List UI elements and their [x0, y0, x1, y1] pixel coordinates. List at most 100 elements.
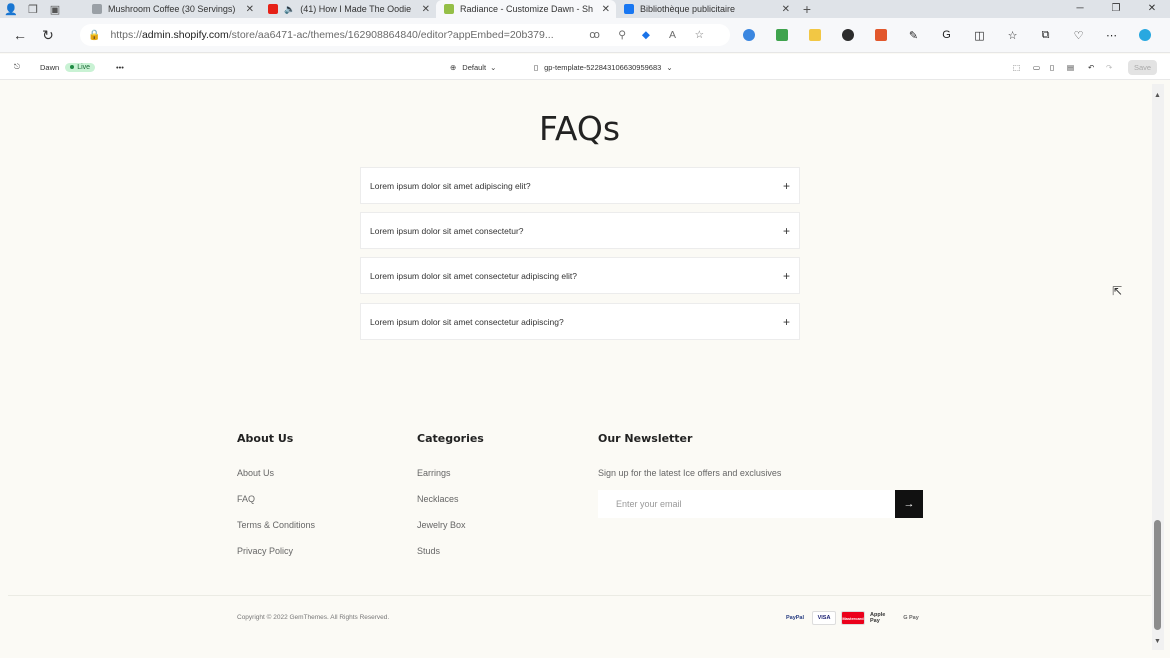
footer-link-jewelry-box[interactable]: Jewelry Box	[417, 520, 466, 530]
extension-dark-icon[interactable]	[831, 26, 864, 44]
tab-label: (41) How I Made The Oodie	[300, 4, 412, 14]
faq-accordion-item[interactable]: Lorem ipsum dolor sit amet consectetur? …	[360, 212, 800, 249]
shopify-icon	[444, 4, 454, 14]
extension-bar: ✎ G ◫ ☆ ⧉ ♡ ⋯	[732, 26, 1161, 44]
footer-about-title: About Us	[237, 432, 294, 445]
coupon-icon[interactable]: ◆	[642, 29, 650, 41]
mouse-cursor-icon: ⇱	[1112, 284, 1123, 298]
tab-actions-icon[interactable]: ▣	[44, 0, 66, 18]
default-selector[interactable]: ⊕ Default ⌄	[450, 54, 496, 80]
extension-blue-icon[interactable]	[732, 26, 765, 44]
copilot-g-icon[interactable]: G	[930, 26, 963, 44]
lock-icon: 🔒	[88, 29, 101, 41]
template-selector[interactable]: ▯ gp-template-522843106630959683 ⌄	[534, 54, 673, 80]
read-aloud-icon[interactable]: ꝏ	[589, 29, 600, 41]
mobile-view-icon[interactable]: ▯	[1050, 54, 1054, 80]
minimize-icon[interactable]: ─	[1062, 0, 1098, 18]
globe-icon: ⊕	[450, 62, 457, 72]
url-prefix: https://	[110, 29, 142, 41]
youtube-icon	[268, 4, 278, 14]
zoom-icon[interactable]: ⚲	[618, 29, 626, 41]
page-icon: ▯	[534, 62, 539, 72]
extension-yellow-icon[interactable]	[798, 26, 831, 44]
plus-icon: +	[782, 268, 790, 283]
favorites-icon[interactable]: ☆	[996, 26, 1029, 44]
scroll-up-icon[interactable]: ▲	[1154, 92, 1161, 99]
browser-essentials-icon[interactable]: ♡	[1062, 26, 1095, 44]
more-options-button[interactable]: •••	[116, 54, 124, 80]
tab-ad-library[interactable]: Bibliothèque publicitaire ✕	[616, 0, 796, 18]
plus-icon: +	[782, 178, 790, 193]
save-button[interactable]: Save	[1128, 59, 1158, 75]
visa-icon: VISA	[812, 611, 836, 625]
url-field[interactable]: 🔒 https://admin.shopify.com/store/aa6471…	[80, 24, 730, 46]
footer-link-necklaces[interactable]: Necklaces	[417, 494, 459, 504]
fullscreen-icon[interactable]: ▤	[1067, 54, 1074, 80]
favorite-star-icon[interactable]: ☆	[695, 29, 704, 41]
collections-icon[interactable]: ⧉	[1029, 26, 1062, 44]
close-icon[interactable]: ✕	[782, 4, 790, 15]
plus-icon: +	[782, 314, 790, 329]
faq-question: Lorem ipsum dolor sit amet consectetur?	[370, 225, 524, 236]
new-tab-icon[interactable]: +	[796, 0, 818, 18]
paypal-icon: PayPal	[785, 615, 805, 621]
faq-question: Lorem ipsum dolor sit amet adipiscing el…	[370, 180, 531, 191]
redo-icon[interactable]: ↷	[1106, 54, 1112, 80]
scrollbar-thumb[interactable]	[1154, 520, 1161, 630]
pen-icon[interactable]: ✎	[897, 26, 930, 44]
window-controls: ─ ❐ ✕	[1062, 0, 1170, 18]
address-bar-row: ← ↻ 🔒 https://admin.shopify.com/store/aa…	[0, 18, 1170, 53]
browser-tab-bar: 👤 ❐ ▣ Mushroom Coffee (30 Servings) ✕ 🔈 …	[0, 0, 1170, 18]
close-icon[interactable]: ✕	[246, 4, 254, 15]
preview-scrollbar[interactable]: ▲ ▼	[1152, 84, 1164, 650]
faq-question: Lorem ipsum dolor sit amet consectetur a…	[370, 316, 564, 327]
footer-link-faq[interactable]: FAQ	[237, 494, 255, 504]
workspaces-icon[interactable]: ❐	[22, 0, 44, 18]
google-pay-icon: G Pay	[903, 615, 919, 621]
tab-shopify-customize[interactable]: Radiance - Customize Dawn - Sh ✕	[436, 0, 616, 18]
scroll-down-icon[interactable]: ▼	[1154, 638, 1161, 645]
split-screen-icon[interactable]: ◫	[963, 26, 996, 44]
restore-icon[interactable]: ❐	[1098, 0, 1134, 18]
window-close-icon[interactable]: ✕	[1134, 0, 1170, 18]
reload-icon[interactable]: ↻	[34, 27, 62, 44]
faq-title: FAQs	[538, 109, 621, 148]
more-menu-icon[interactable]: ⋯	[1095, 26, 1128, 44]
font-size-icon[interactable]: A	[669, 29, 676, 41]
store-preview: FAQs Lorem ipsum dolor sit amet adipisci…	[8, 84, 1151, 654]
template-label: gp-template-522843106630959683	[544, 62, 662, 72]
exit-icon[interactable]: ⎋	[14, 54, 20, 80]
desktop-view-icon[interactable]: ▭	[1033, 54, 1040, 80]
footer-link-about-us[interactable]: About Us	[237, 468, 274, 478]
tab-label: Mushroom Coffee (30 Servings)	[108, 4, 236, 14]
chevron-down-icon: ⌄	[490, 62, 497, 72]
footer-link-privacy[interactable]: Privacy Policy	[237, 546, 293, 556]
newsletter-description: Sign up for the latest Ice offers and ex…	[598, 468, 782, 478]
faq-accordion-item[interactable]: Lorem ipsum dolor sit amet adipiscing el…	[360, 167, 800, 204]
tab-mushroom-coffee[interactable]: Mushroom Coffee (30 Servings) ✕	[84, 0, 260, 18]
speaker-icon[interactable]: 🔈	[284, 4, 295, 15]
faq-accordion-item[interactable]: Lorem ipsum dolor sit amet consectetur a…	[360, 257, 800, 294]
extension-green-icon[interactable]	[765, 26, 798, 44]
theme-name: Dawn Live	[40, 54, 96, 80]
close-icon[interactable]: ✕	[602, 4, 610, 15]
inspector-icon[interactable]: ⬚	[1013, 54, 1020, 80]
footer-link-terms[interactable]: Terms & Conditions	[237, 520, 315, 530]
copilot-icon[interactable]	[1128, 26, 1161, 44]
theme-editor-toolbar: ⎋ Dawn Live ••• ⊕ Default ⌄ ▯ gp-templat…	[0, 54, 1170, 80]
newsletter-email-input[interactable]: Enter your email	[598, 490, 895, 518]
faq-accordion-item[interactable]: Lorem ipsum dolor sit amet consectetur a…	[360, 303, 800, 340]
newsletter-submit-button[interactable]: →	[895, 490, 923, 518]
footer-link-studs[interactable]: Studs	[417, 546, 440, 556]
tab-label: Bibliothèque publicitaire	[640, 4, 736, 14]
back-icon[interactable]: ←	[6, 27, 34, 43]
tab-favicon-icon	[92, 4, 102, 14]
footer-link-earrings[interactable]: Earrings	[417, 468, 451, 478]
extension-orange-icon[interactable]	[864, 26, 897, 44]
copyright-text: Copyright © 2022 GemThemes. All Rights R…	[237, 614, 390, 621]
close-icon[interactable]: ✕	[422, 4, 430, 15]
tab-youtube[interactable]: 🔈 (41) How I Made The Oodie ✕	[260, 0, 436, 18]
mastercard-icon: Mastercard	[841, 611, 865, 625]
profile-icon[interactable]: 👤	[0, 0, 22, 18]
undo-icon[interactable]: ↶	[1088, 54, 1094, 80]
